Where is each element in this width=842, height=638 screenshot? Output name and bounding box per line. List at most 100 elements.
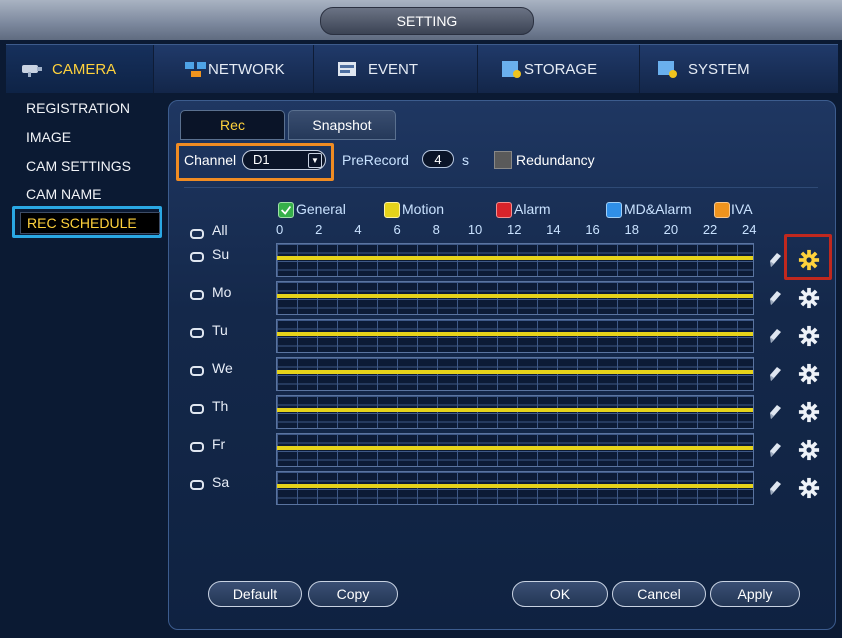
- legend-iva-swatch[interactable]: [714, 202, 730, 218]
- record-period-bar: [277, 484, 753, 488]
- pencil-icon[interactable]: [768, 403, 782, 421]
- hour-label: 0: [276, 222, 284, 237]
- day-checkbox[interactable]: [190, 404, 204, 414]
- chevron-down-icon: ▼: [308, 153, 322, 168]
- tab-rec[interactable]: Rec: [180, 110, 285, 140]
- legend-mdalarm-swatch[interactable]: [606, 202, 622, 218]
- day-timeline[interactable]: [276, 357, 754, 391]
- channel-select[interactable]: D1 ▼: [242, 150, 326, 170]
- hour-label: 22: [702, 222, 718, 237]
- day-label: We: [212, 360, 233, 376]
- legend-motion-swatch[interactable]: [384, 202, 400, 218]
- channel-label: Channel: [184, 152, 237, 168]
- sidebar-item-cam-name[interactable]: CAM NAME: [26, 186, 101, 202]
- tab-storage[interactable]: STORAGE: [478, 45, 640, 93]
- legend-alarm-swatch[interactable]: [496, 202, 512, 218]
- tab-event[interactable]: EVENT: [314, 45, 478, 93]
- prerecord-unit: s: [462, 152, 469, 168]
- channel-value: D1: [253, 152, 270, 167]
- system-icon: [658, 61, 677, 78]
- default-button[interactable]: Default: [208, 581, 302, 607]
- divider: [184, 187, 818, 188]
- day-label: Fr: [212, 436, 226, 452]
- tab-network-label: NETWORK: [208, 60, 285, 78]
- sidebar-item-image[interactable]: IMAGE: [26, 129, 71, 145]
- redundancy-checkbox[interactable]: [494, 151, 512, 169]
- tab-network[interactable]: NETWORK: [154, 45, 314, 93]
- storage-icon: [502, 61, 521, 78]
- day-timeline[interactable]: [276, 433, 754, 467]
- day-timeline[interactable]: [276, 281, 754, 315]
- sidebar-item-registration[interactable]: REGISTRATION: [26, 100, 130, 116]
- gear-icon[interactable]: [798, 287, 822, 311]
- sidebar-item-rec-schedule[interactable]: REC SCHEDULE: [20, 212, 160, 234]
- day-label: Tu: [212, 322, 228, 338]
- hour-label: 8: [432, 222, 440, 237]
- day-checkbox[interactable]: [190, 442, 204, 452]
- day-label: Mo: [212, 284, 232, 300]
- pencil-icon[interactable]: [768, 365, 782, 383]
- all-checkbox[interactable]: [190, 229, 204, 239]
- day-label: Th: [212, 398, 229, 414]
- tab-camera-label: CAMERA: [52, 60, 117, 78]
- pencil-icon[interactable]: [768, 441, 782, 459]
- tab-system-label: SYSTEM: [688, 60, 750, 78]
- day-timeline[interactable]: [276, 319, 754, 353]
- camera-icon: [22, 65, 42, 77]
- tab-storage-label: STORAGE: [524, 60, 598, 78]
- cancel-button[interactable]: Cancel: [612, 581, 706, 607]
- record-period-bar: [277, 446, 753, 450]
- day-checkbox[interactable]: [190, 328, 204, 338]
- gear-icon[interactable]: [798, 477, 822, 501]
- gear-icon[interactable]: [798, 363, 822, 387]
- prerecord-input[interactable]: 4: [422, 150, 454, 168]
- record-period-bar: [277, 332, 753, 336]
- hour-label: 12: [507, 222, 522, 237]
- event-icon: [338, 62, 356, 76]
- day-label: Su: [212, 246, 230, 262]
- prerecord-label: PreRecord: [342, 152, 409, 168]
- title-bar: SETTING: [0, 0, 842, 40]
- legend-general-checkbox[interactable]: [278, 202, 294, 218]
- tab-event-label: EVENT: [368, 60, 419, 78]
- all-label: All: [212, 222, 228, 238]
- gear-icon[interactable]: [798, 325, 822, 349]
- record-period-bar: [277, 256, 753, 260]
- day-timeline[interactable]: [276, 395, 754, 429]
- pencil-icon[interactable]: [768, 289, 782, 307]
- day-timeline[interactable]: [276, 471, 754, 505]
- tab-system[interactable]: SYSTEM: [640, 45, 838, 93]
- pencil-icon[interactable]: [768, 251, 782, 269]
- pencil-icon[interactable]: [768, 327, 782, 345]
- day-checkbox[interactable]: [190, 290, 204, 300]
- record-period-bar: [277, 294, 753, 298]
- hour-label: 10: [467, 222, 483, 237]
- network-icon: [185, 62, 206, 77]
- tab-snapshot[interactable]: Snapshot: [288, 110, 396, 140]
- sidebar-item-cam-settings[interactable]: CAM SETTINGS: [26, 158, 131, 174]
- tab-camera[interactable]: CAMERA: [6, 45, 154, 93]
- hour-label: 6: [393, 222, 401, 237]
- gear-icon[interactable]: [798, 439, 822, 463]
- day-checkbox[interactable]: [190, 252, 204, 262]
- legend-mdalarm-label: MD&Alarm: [624, 201, 692, 217]
- day-label: Sa: [212, 474, 230, 490]
- hour-label: 24: [742, 222, 757, 237]
- day-checkbox[interactable]: [190, 366, 204, 376]
- pencil-icon[interactable]: [768, 479, 782, 497]
- apply-button[interactable]: Apply: [710, 581, 800, 607]
- hour-label: 18: [624, 222, 639, 237]
- legend-iva-label: IVA: [731, 201, 753, 217]
- legend-motion-label: Motion: [402, 201, 445, 217]
- legend-alarm-label: Alarm: [514, 201, 551, 217]
- record-period-bar: [277, 408, 753, 412]
- legend-general-label: General: [296, 201, 346, 217]
- gear-icon[interactable]: [798, 401, 822, 425]
- ok-button[interactable]: OK: [512, 581, 608, 607]
- copy-button[interactable]: Copy: [308, 581, 398, 607]
- redundancy-label: Redundancy: [516, 152, 595, 168]
- day-checkbox[interactable]: [190, 480, 204, 490]
- hour-label: 20: [663, 222, 679, 237]
- window-title: SETTING: [320, 7, 534, 35]
- day-timeline[interactable]: [276, 243, 754, 277]
